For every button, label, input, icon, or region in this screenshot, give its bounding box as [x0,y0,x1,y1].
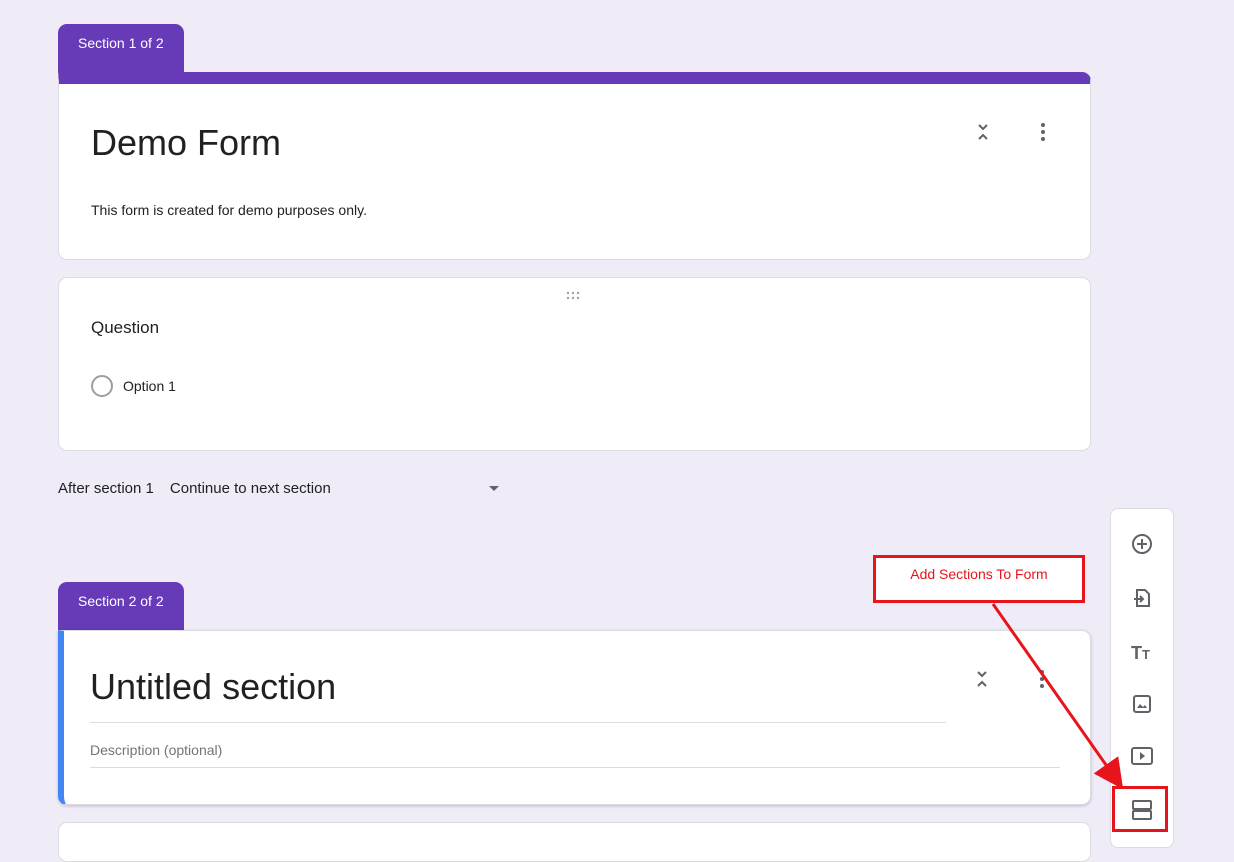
annotation-arrow [991,603,1124,790]
